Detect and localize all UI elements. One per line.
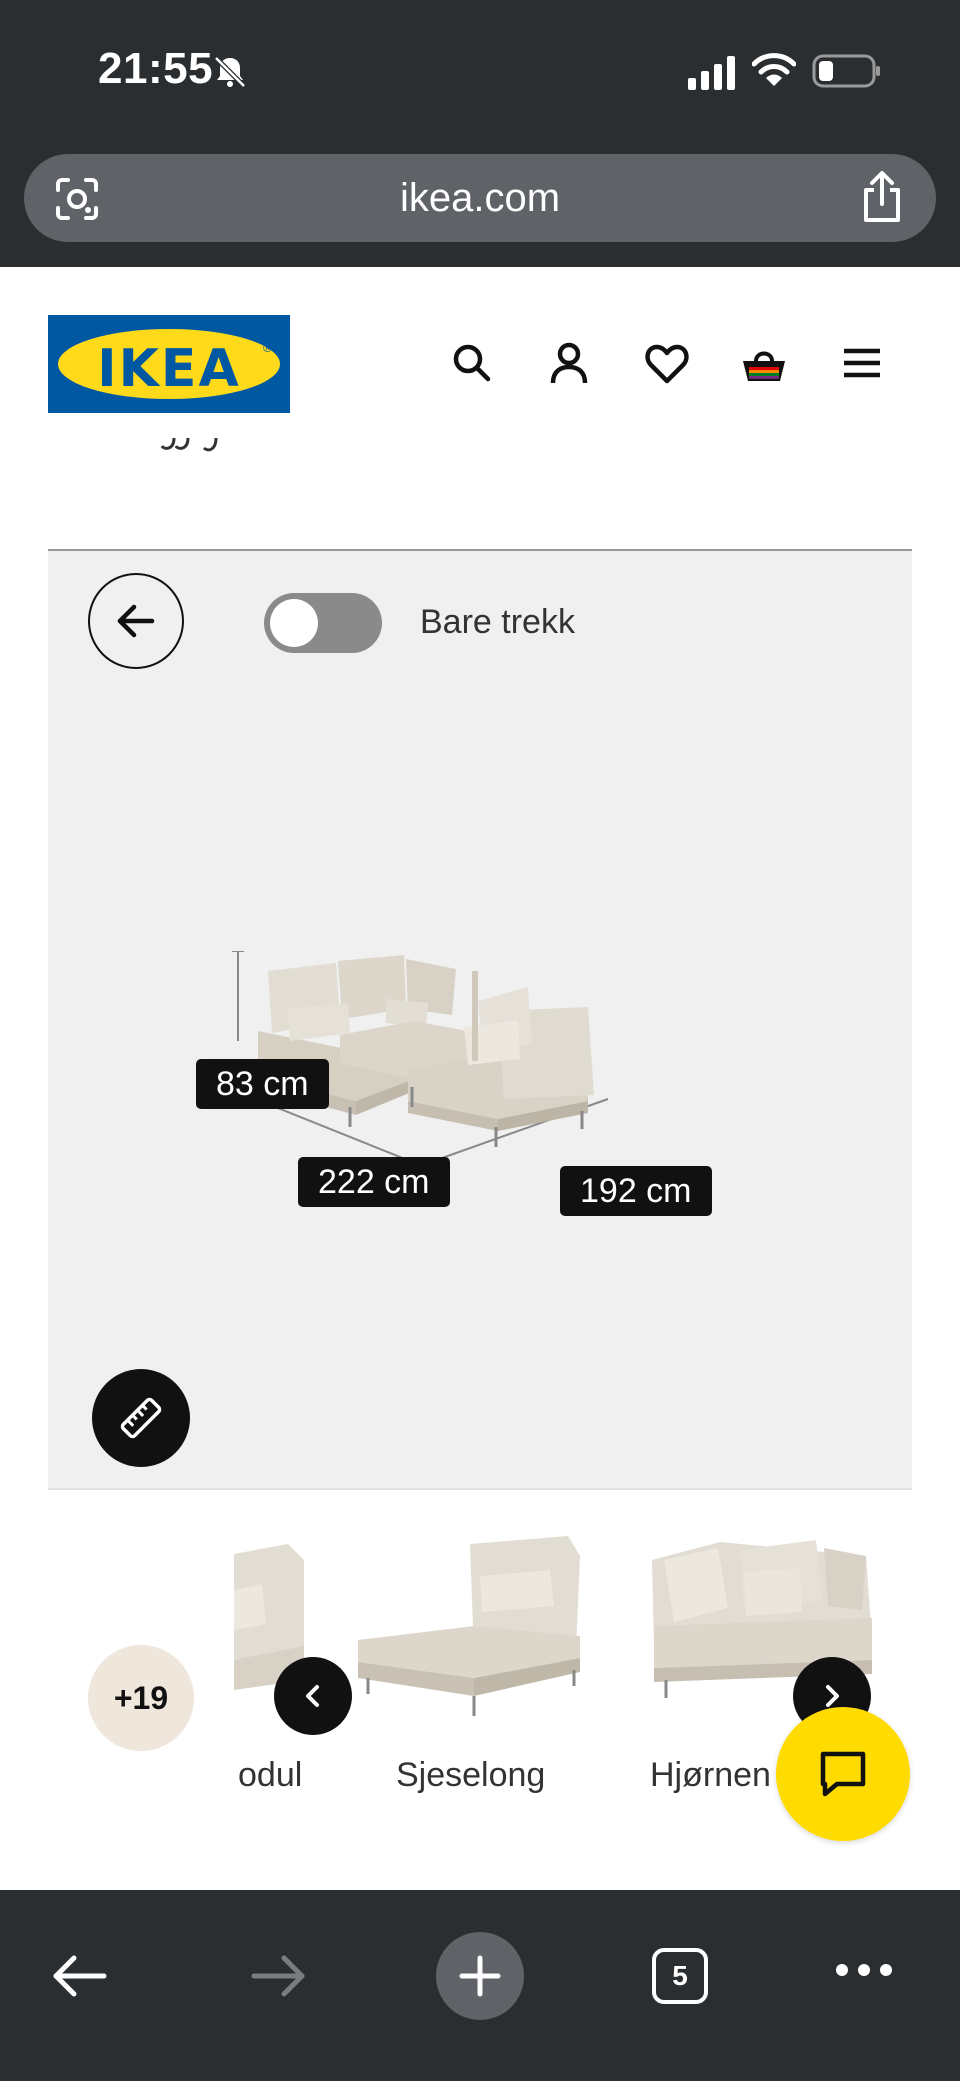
- wifi-icon: [751, 52, 797, 88]
- more-variants-badge[interactable]: +19: [88, 1645, 194, 1751]
- site-header: IKEA ®: [0, 267, 960, 447]
- plus-icon: [459, 1955, 501, 1997]
- battery-icon: [812, 54, 882, 88]
- registered-mark: ®: [263, 341, 272, 355]
- tabs-button[interactable]: 5: [652, 1948, 708, 2004]
- url-text[interactable]: ikea.com: [24, 176, 936, 221]
- chaise-image: [358, 1536, 580, 1716]
- browser-bottom-toolbar: 5: [0, 1890, 960, 2081]
- signal-icon: [688, 56, 738, 90]
- measurements-toggle-button[interactable]: [92, 1369, 190, 1467]
- chat-bubble-icon: [820, 1751, 866, 1797]
- address-bar[interactable]: ikea.com: [24, 154, 936, 242]
- more-icon[interactable]: [834, 1960, 894, 1985]
- scrolled-off-text-fragment: [140, 436, 260, 456]
- logo-text: IKEA: [97, 339, 241, 399]
- status-time: 21:55: [98, 44, 214, 93]
- covers-only-toggle[interactable]: [264, 593, 382, 653]
- width-dimension-label: 222 cm: [298, 1157, 450, 1207]
- product-3d-viewer[interactable]: Bare trekk 83 cm 222 cm 192 cm: [48, 549, 912, 1490]
- chat-button[interactable]: [776, 1707, 910, 1841]
- carousel-prev-button[interactable]: [274, 1657, 352, 1735]
- search-icon[interactable]: [448, 339, 496, 387]
- basket-icon[interactable]: [740, 339, 788, 387]
- arrow-left-icon: [117, 604, 155, 638]
- carousel-item-chaise-thumb[interactable]: [354, 1530, 594, 1730]
- carousel-item-label[interactable]: Hjørnen: [650, 1756, 771, 1795]
- new-tab-button[interactable]: [436, 1932, 524, 2020]
- toggle-knob: [270, 599, 318, 647]
- depth-dimension-label: 192 cm: [560, 1166, 712, 1216]
- logo-oval: IKEA ®: [58, 329, 280, 399]
- chevron-left-icon: [306, 1685, 319, 1707]
- heart-icon[interactable]: [643, 339, 691, 387]
- account-icon[interactable]: [545, 339, 593, 387]
- height-dimension-label: 83 cm: [196, 1059, 329, 1109]
- menu-icon[interactable]: [838, 339, 886, 387]
- bell-slash-icon: [210, 52, 250, 92]
- forward-arrow-icon[interactable]: [248, 1946, 308, 2011]
- ruler-icon: [120, 1397, 162, 1439]
- carousel-item-label[interactable]: odul: [238, 1756, 302, 1795]
- browser-top-chrome: 21:55 ikea.com: [0, 0, 960, 267]
- ikea-logo[interactable]: IKEA ®: [48, 315, 290, 413]
- share-icon[interactable]: [858, 170, 906, 224]
- carousel-item-label[interactable]: Sjeselong: [396, 1756, 545, 1795]
- viewer-back-button[interactable]: [88, 573, 184, 669]
- covers-only-label: Bare trekk: [420, 603, 575, 641]
- back-arrow-icon[interactable]: [50, 1946, 110, 2011]
